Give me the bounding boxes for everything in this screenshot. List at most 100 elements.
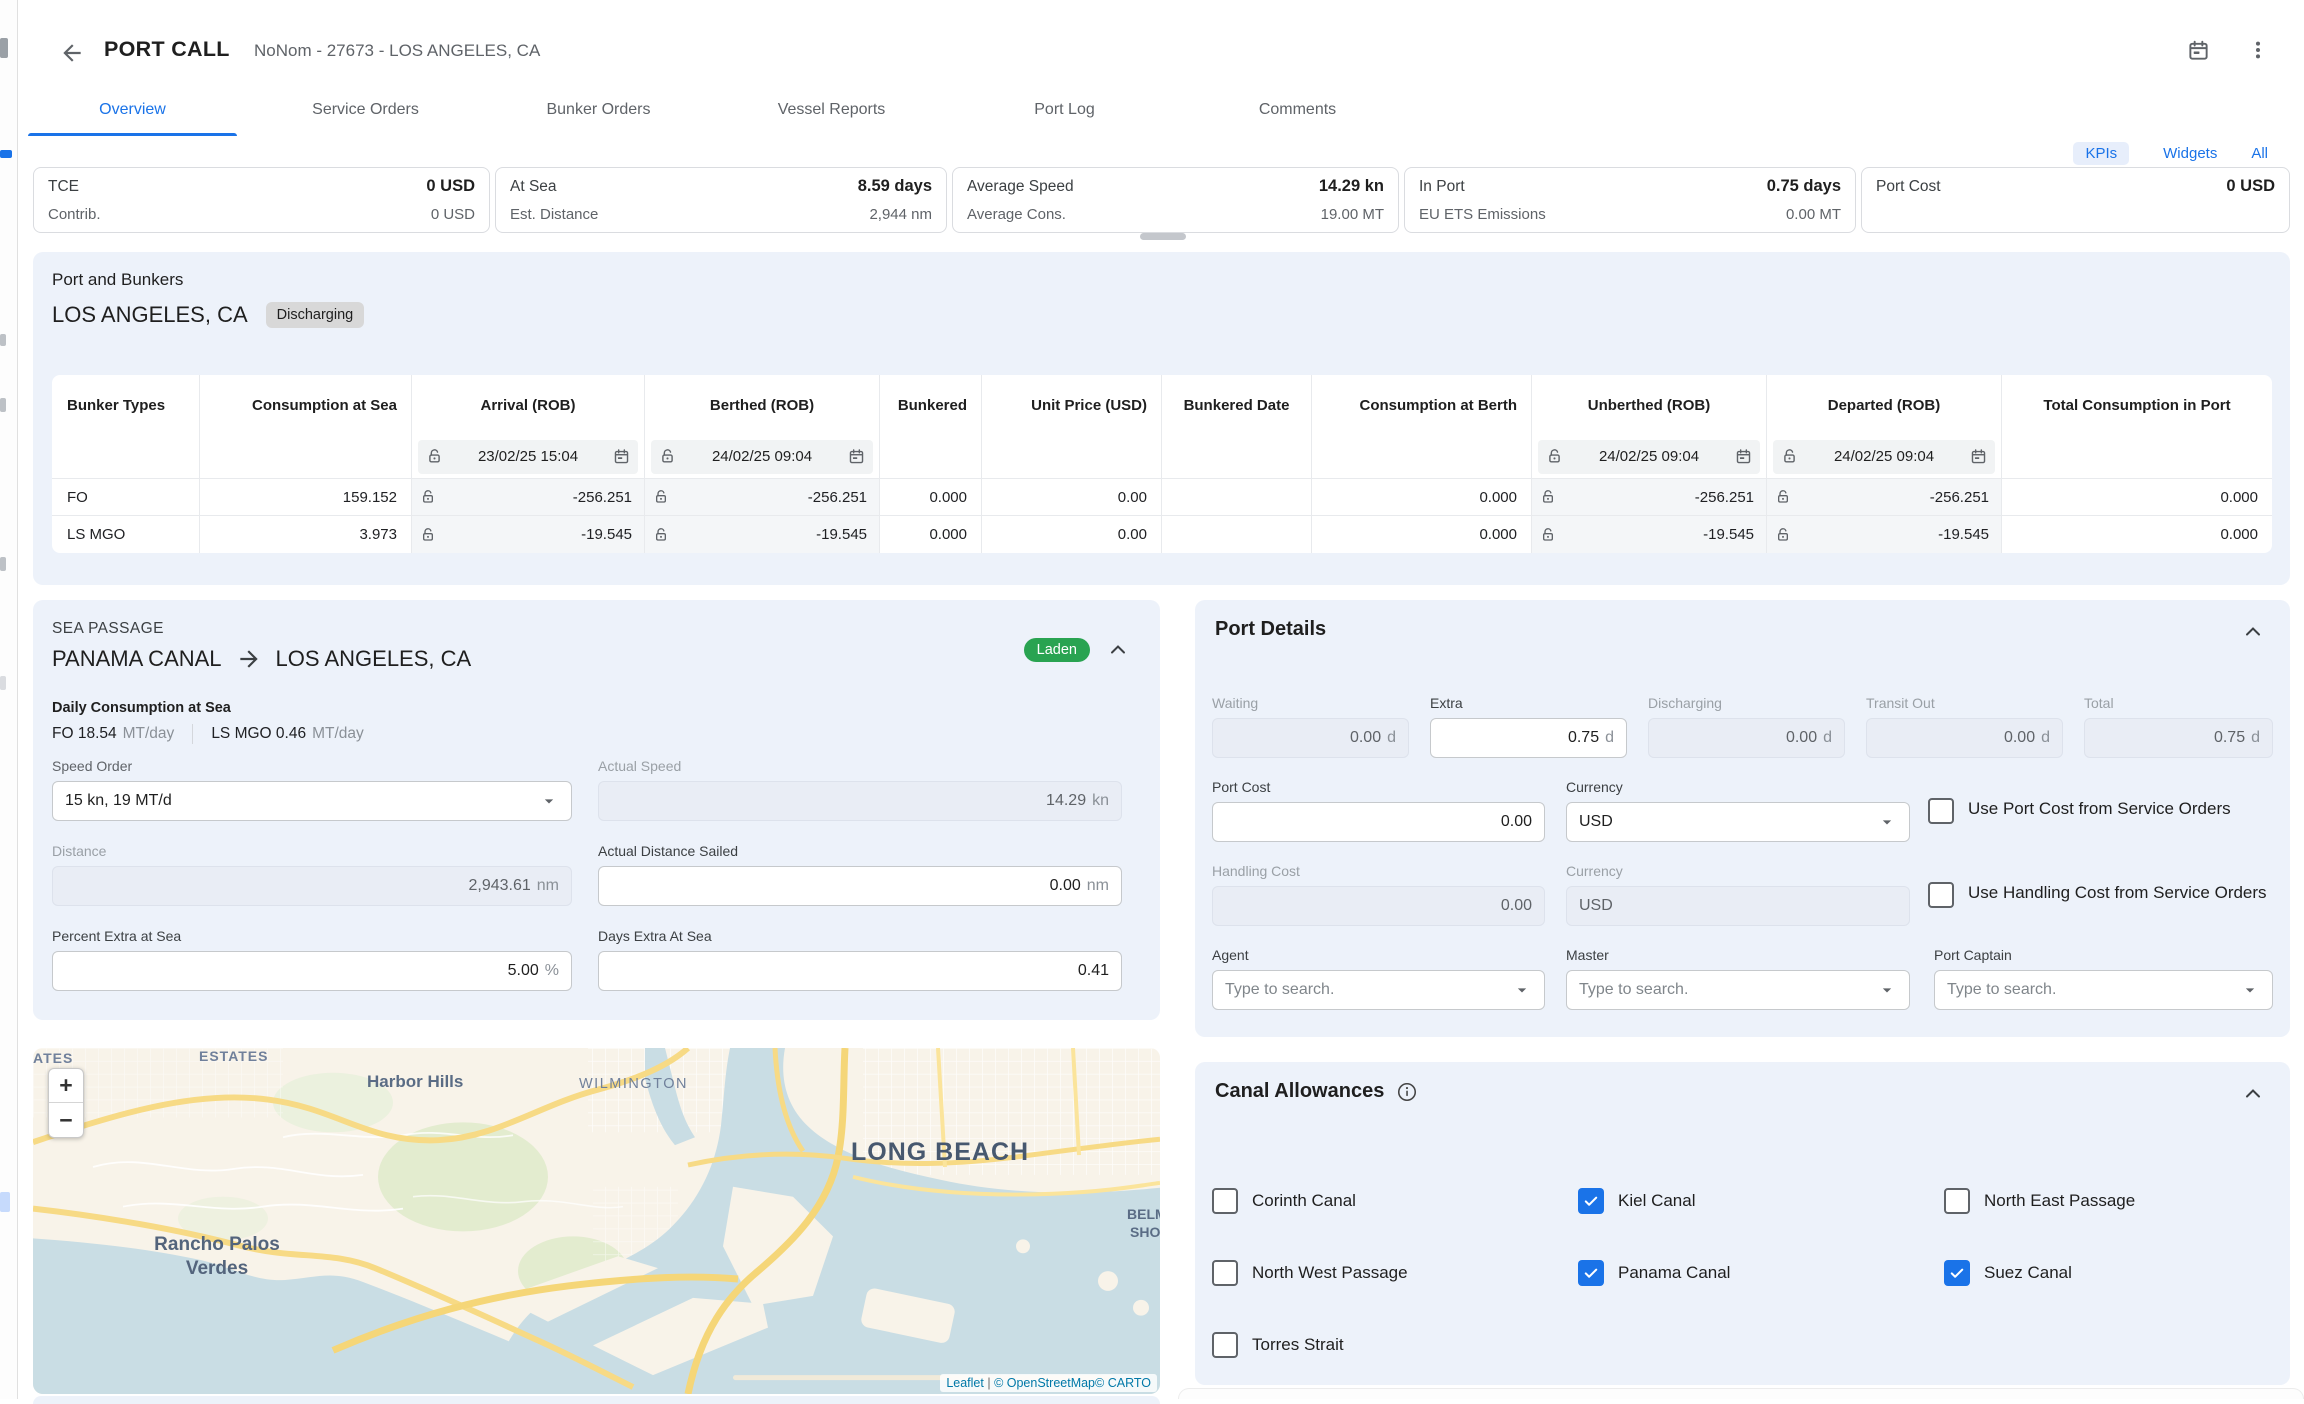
handling-cost-currency-select: USD xyxy=(1566,886,1910,926)
chevron-down-icon xyxy=(2240,980,2260,1000)
port-cost-input[interactable]: 0.00 xyxy=(1212,802,1545,842)
ls-mgo-consumption: LS MGO 0.46 xyxy=(211,725,306,743)
actual-distance-sailed-input[interactable]: 0.00nm xyxy=(598,866,1122,906)
transit-out-label: Transit Out xyxy=(1866,695,2063,711)
handling-cost-currency-label: Currency xyxy=(1566,863,1910,879)
info-icon[interactable] xyxy=(1396,1081,1418,1103)
canal-checkbox-torres-strait[interactable]: Torres Strait xyxy=(1212,1332,1344,1358)
bunkered-date-cell[interactable] xyxy=(1162,516,1312,553)
checkbox-checked[interactable] xyxy=(1944,1260,1970,1286)
checkbox-unchecked[interactable] xyxy=(1212,1260,1238,1286)
checkbox-unchecked[interactable] xyxy=(1212,1332,1238,1358)
passage-origin: PANAMA CANAL xyxy=(52,646,222,672)
collapse-chevron-icon[interactable] xyxy=(2241,1082,2265,1106)
calendar-icon[interactable] xyxy=(1970,448,1987,465)
bunker-type-cell: FO xyxy=(52,479,200,516)
kpi-sub-value: 2,944 nm xyxy=(869,206,932,223)
days-extra-at-sea-input[interactable]: 0.41 xyxy=(598,951,1122,991)
zoom-in-button[interactable]: + xyxy=(49,1069,83,1103)
use-handling-cost-checkbox[interactable]: Use Handling Cost from Service Orders xyxy=(1928,882,2273,908)
lock-open-icon xyxy=(426,448,443,465)
checkbox-unchecked[interactable] xyxy=(1212,1188,1238,1214)
canal-checkbox-north-west-passage[interactable]: North West Passage xyxy=(1212,1260,1408,1286)
unit-price-cell[interactable]: 0.00 xyxy=(982,516,1162,553)
view-toggle-all[interactable]: All xyxy=(2251,145,2268,162)
view-toggle-widgets[interactable]: Widgets xyxy=(2163,145,2217,162)
leaflet-link[interactable]: Leaflet xyxy=(946,1376,984,1390)
checkbox-unchecked[interactable] xyxy=(1928,798,1954,824)
map-label-estates-left: ATES xyxy=(33,1050,73,1066)
unit-price-cell[interactable]: 0.00 xyxy=(982,479,1162,516)
bunkered-date-cell[interactable] xyxy=(1162,479,1312,516)
checkbox-unchecked[interactable] xyxy=(1944,1188,1970,1214)
map-label-belmont-1: BELM xyxy=(1127,1206,1160,1222)
berthed-rob-cell: -19.545 xyxy=(645,516,880,553)
resize-handle[interactable] xyxy=(1140,233,1186,240)
back-button[interactable] xyxy=(52,33,92,73)
berthed-datetime-input[interactable]: 24/02/25 09:04 xyxy=(651,440,873,474)
unberthed-rob-cell: -256.251 xyxy=(1532,479,1767,516)
checkbox-checked[interactable] xyxy=(1578,1188,1604,1214)
map-label-belmont-2: SHO xyxy=(1130,1224,1160,1240)
more-options-button[interactable] xyxy=(2238,30,2278,70)
tab-service-orders[interactable]: Service Orders xyxy=(249,84,482,136)
canal-checkbox-kiel[interactable]: Kiel Canal xyxy=(1578,1188,1696,1214)
agent-search-select[interactable]: Type to search. xyxy=(1212,970,1545,1010)
canal-checkbox-suez[interactable]: Suez Canal xyxy=(1944,1260,2072,1286)
master-search-select[interactable]: Type to search. xyxy=(1566,970,1910,1010)
tab-overview[interactable]: Overview xyxy=(16,84,249,136)
canal-checkbox-corinth[interactable]: Corinth Canal xyxy=(1212,1188,1356,1214)
checkbox-unchecked[interactable] xyxy=(1928,882,1954,908)
calendar-icon[interactable] xyxy=(1735,448,1752,465)
lock-open-icon xyxy=(653,527,669,543)
transit-out-input: 0.00d xyxy=(1866,718,2063,758)
calendar-icon xyxy=(2187,39,2210,62)
check-icon xyxy=(1582,1192,1600,1210)
checkbox-checked[interactable] xyxy=(1578,1260,1604,1286)
extra-input[interactable]: 0.75d xyxy=(1430,718,1627,758)
collapse-chevron-icon[interactable] xyxy=(1106,638,1130,662)
canal-allowances-title: Canal Allowances xyxy=(1215,1080,1384,1103)
tab-vessel-reports[interactable]: Vessel Reports xyxy=(715,84,948,136)
lock-open-icon xyxy=(659,448,676,465)
consumption-at-berth-cell[interactable]: 0.000 xyxy=(1312,516,1532,553)
bunkered-cell[interactable]: 0.000 xyxy=(880,479,982,516)
port-cost-currency-select[interactable]: USD xyxy=(1566,802,1910,842)
col-departed-rob: Departed (ROB) xyxy=(1767,375,2002,435)
table-dates-row: 23/02/25 15:04 24/02/25 09:04 24/02 xyxy=(52,435,2272,479)
carto-link[interactable]: © CARTO xyxy=(1095,1376,1151,1390)
arrival-datetime-input[interactable]: 23/02/25 15:04 xyxy=(418,440,638,474)
percent-extra-at-sea-input[interactable]: 5.00% xyxy=(52,951,572,991)
lock-open-icon xyxy=(1546,448,1563,465)
tab-comments[interactable]: Comments xyxy=(1181,84,1414,136)
sea-passage-panel: SEA PASSAGE PANAMA CANAL LOS ANGELES, CA… xyxy=(33,600,1160,1020)
tab-port-log[interactable]: Port Log xyxy=(948,84,1181,136)
unberthed-datetime-input[interactable]: 24/02/25 09:04 xyxy=(1538,440,1760,474)
canal-checkbox-panama[interactable]: Panama Canal xyxy=(1578,1260,1730,1286)
table-row: LS MGO 3.973 -19.545 -19.545 0.000 0.00 … xyxy=(52,516,2272,553)
consumption-at-sea-cell[interactable]: 159.152 xyxy=(200,479,412,516)
calendar-icon[interactable] xyxy=(613,448,630,465)
passage-destination: LOS ANGELES, CA xyxy=(276,646,472,672)
kpi-label: At Sea xyxy=(510,178,557,196)
canal-checkbox-north-east-passage[interactable]: North East Passage xyxy=(1944,1188,2135,1214)
departed-datetime-input[interactable]: 24/02/25 09:04 xyxy=(1773,440,1995,474)
calendar-icon[interactable] xyxy=(848,448,865,465)
collapse-chevron-icon[interactable] xyxy=(2241,620,2265,644)
calendar-button[interactable] xyxy=(2178,30,2218,70)
bunker-type-cell: LS MGO xyxy=(52,516,200,553)
consumption-at-berth-cell[interactable]: 0.000 xyxy=(1312,479,1532,516)
osm-link[interactable]: © OpenStreetMap xyxy=(994,1376,1095,1390)
bunkered-cell[interactable]: 0.000 xyxy=(880,516,982,553)
tab-bar: Overview Service Orders Bunker Orders Ve… xyxy=(16,84,1414,136)
use-port-cost-checkbox[interactable]: Use Port Cost from Service Orders xyxy=(1928,798,2273,824)
view-toggle-kpis[interactable]: KPIs xyxy=(2073,142,2129,165)
chevron-down-icon xyxy=(1512,980,1532,1000)
tab-bunker-orders[interactable]: Bunker Orders xyxy=(482,84,715,136)
port-captain-search-select[interactable]: Type to search. xyxy=(1934,970,2273,1010)
speed-order-select[interactable]: 15 kn, 19 MT/d xyxy=(52,781,572,821)
zoom-out-button[interactable]: − xyxy=(49,1103,83,1137)
consumption-at-sea-cell[interactable]: 3.973 xyxy=(200,516,412,553)
canal-allowances-panel: Canal Allowances Corinth Canal Kiel Cana… xyxy=(1195,1062,2290,1385)
port-map[interactable]: ATES ESTATES Harbor Hills WILMINGTON LON… xyxy=(33,1048,1160,1394)
